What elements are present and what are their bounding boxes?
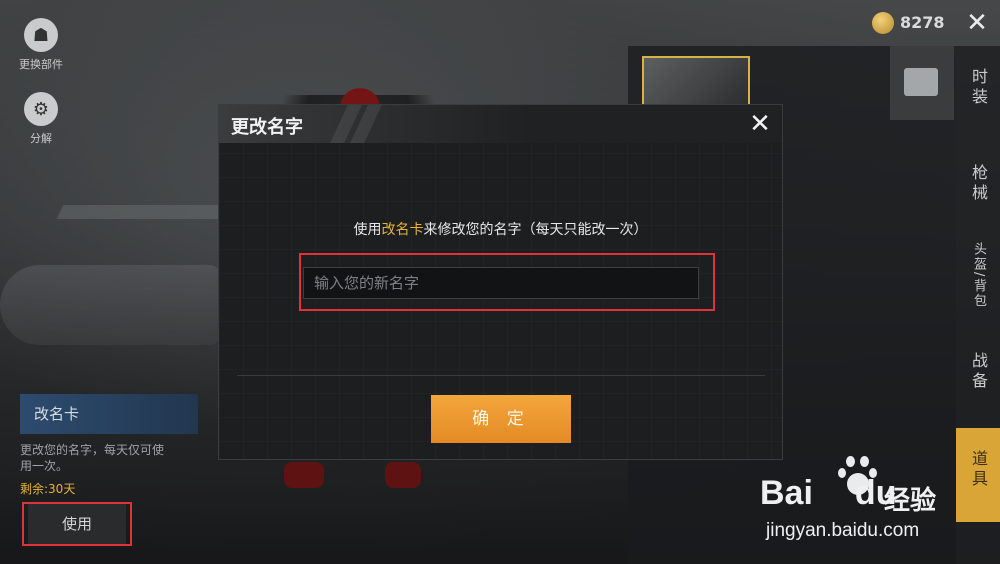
watermark-brand-part1: Bai bbox=[760, 474, 813, 512]
dialog-message: 使用改名卡来修改您的名字（每天只能改一次） bbox=[219, 219, 782, 239]
tab-equipment[interactable]: 战备 bbox=[956, 352, 1000, 402]
dialog-divider bbox=[237, 375, 765, 376]
use-button-highlight-box bbox=[22, 502, 132, 546]
emblem-icon: ☗ bbox=[24, 18, 58, 52]
tab-weapons-label: 枪械 bbox=[969, 164, 988, 204]
tab-fashion-label: 时装 bbox=[969, 68, 988, 108]
message-suffix: 来修改您的名字（每天只能改一次） bbox=[423, 222, 648, 238]
category-slot[interactable] bbox=[890, 46, 954, 120]
watermark-brand-cn: 经验 bbox=[884, 486, 937, 516]
new-name-input[interactable] bbox=[303, 267, 699, 299]
dialog-close-icon[interactable]: ✕ bbox=[745, 109, 775, 139]
tool-change-parts-label: 更换部件 bbox=[19, 58, 63, 71]
message-item-name: 改名卡 bbox=[381, 222, 424, 238]
tab-helmet-backpack-label: 头盔/背包 bbox=[971, 242, 986, 309]
tab-weapons[interactable]: 枪械 bbox=[956, 164, 1000, 214]
item-card-remaining: 剩余:30天 bbox=[20, 482, 76, 496]
message-prefix: 使用 bbox=[353, 222, 382, 238]
tab-equipment-label: 战备 bbox=[969, 352, 988, 392]
rename-dialog: 更改名字 ✕ 使用改名卡来修改您的名字（每天只能改一次） 确 定 bbox=[218, 104, 783, 460]
tab-fashion[interactable]: 时装 bbox=[956, 68, 1000, 118]
item-card-title: 改名卡 bbox=[20, 394, 198, 434]
tool-decompose[interactable]: ⚙ 分解 bbox=[12, 92, 70, 146]
watermark-brand: Bai du bbox=[760, 474, 896, 513]
tool-decompose-label: 分解 bbox=[30, 132, 52, 145]
item-card-description: 更改您的名字，每天仅可使用一次。 bbox=[20, 443, 165, 473]
dialog-header bbox=[219, 105, 782, 143]
crate-icon bbox=[904, 68, 938, 96]
coin-balance: 8278 bbox=[900, 13, 945, 32]
coin-icon bbox=[872, 12, 894, 34]
tool-change-parts[interactable]: ☗ 更换部件 bbox=[12, 18, 70, 72]
gear-icon: ⚙ bbox=[24, 92, 58, 126]
close-icon[interactable]: ✕ bbox=[962, 8, 992, 38]
watermark-url: jingyan.baidu.com bbox=[766, 520, 920, 541]
baidu-jingyan-watermark: Bai du 经验 jingyan.baidu.com bbox=[760, 452, 996, 552]
confirm-button[interactable]: 确 定 bbox=[431, 395, 571, 443]
tab-helmet-backpack[interactable]: 头盔/背包 bbox=[956, 242, 1000, 332]
dialog-title: 更改名字 bbox=[231, 117, 303, 138]
